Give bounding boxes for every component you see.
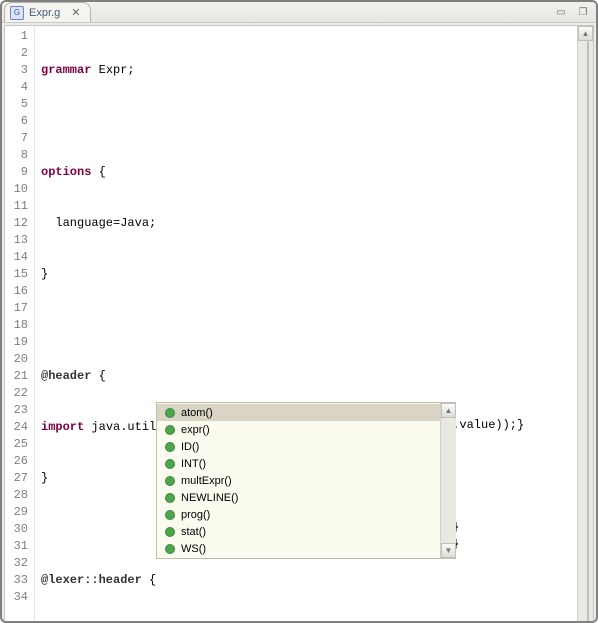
tab-bar: G Expr.g ✕ ▭ ❐ (2, 2, 596, 23)
grammar-file-icon: G (10, 6, 24, 20)
autocomplete-item-label: NEWLINE() (181, 492, 238, 504)
code-fragment: r.value));} (445, 417, 524, 434)
scroll-up-icon[interactable]: ▲ (578, 26, 593, 41)
autocomplete-item[interactable]: atom() (157, 404, 440, 421)
autocomplete-item-label: WS() (181, 543, 206, 555)
line-number: 11 (5, 198, 28, 215)
tab-expr-g[interactable]: G Expr.g ✕ (4, 2, 91, 22)
line-number: 23 (5, 402, 28, 419)
line-number: 16 (5, 283, 28, 300)
autocomplete-item-label: INT() (181, 458, 206, 470)
autocomplete-item[interactable]: NEWLINE() (157, 489, 440, 506)
line-number: 30 (5, 521, 28, 538)
line-number: 10 (5, 181, 28, 198)
line-number: 13 (5, 232, 28, 249)
autocomplete-item[interactable]: INT() (157, 455, 440, 472)
autocomplete-item[interactable]: ID() (157, 438, 440, 455)
scroll-down-icon[interactable]: ▼ (441, 543, 456, 558)
autocomplete-scrollbar[interactable]: ▲ ▼ (440, 403, 456, 558)
line-number: 25 (5, 436, 28, 453)
line-number: 2 (5, 45, 28, 62)
rule-icon (165, 527, 175, 537)
line-number: 9 (5, 164, 28, 181)
rule-icon (165, 544, 175, 554)
line-number: 24 (5, 419, 28, 436)
rule-icon (165, 408, 175, 418)
autocomplete-popup: atom() expr() ID() INT() multExpr() NEWLINE()… (156, 402, 456, 559)
rule-icon (165, 425, 175, 435)
autocomplete-item[interactable]: WS() (157, 540, 440, 557)
close-icon[interactable]: ✕ (71, 6, 80, 19)
autocomplete-item-label: atom() (181, 407, 213, 419)
autocomplete-item[interactable]: multExpr() (157, 472, 440, 489)
line-number: 15 (5, 266, 28, 283)
rule-icon (165, 510, 175, 520)
line-number: 1 (5, 28, 28, 45)
line-number: 28 (5, 487, 28, 504)
line-number: 12 (5, 215, 28, 232)
autocomplete-item-label: expr() (181, 424, 210, 436)
line-number: 7 (5, 130, 28, 147)
autocomplete-item-label: ID() (181, 441, 199, 453)
line-number: 6 (5, 113, 28, 130)
line-number: 31 (5, 538, 28, 555)
line-number: 8 (5, 147, 28, 164)
tab-title: Expr.g (29, 7, 60, 19)
minimize-icon[interactable]: ▭ (554, 5, 568, 19)
line-number: 33 (5, 572, 28, 589)
line-number: 29 (5, 504, 28, 521)
line-number: 21 (5, 368, 28, 385)
rule-icon (165, 459, 175, 469)
vertical-scrollbar[interactable]: ▲ ▼ (577, 26, 593, 623)
line-number: 34 (5, 589, 28, 606)
line-number: 22 (5, 385, 28, 402)
editor: 1234567891011121314151617181920212223242… (4, 25, 594, 623)
line-number-gutter: 1234567891011121314151617181920212223242… (5, 26, 35, 623)
autocomplete-item[interactable]: stat() (157, 523, 440, 540)
line-number: 32 (5, 555, 28, 572)
line-number: 18 (5, 317, 28, 334)
rule-icon (165, 442, 175, 452)
restore-icon[interactable]: ❐ (576, 5, 590, 19)
autocomplete-item-label: prog() (181, 509, 210, 521)
line-number: 19 (5, 334, 28, 351)
scroll-thumb[interactable] (587, 41, 589, 623)
line-number: 17 (5, 300, 28, 317)
rule-icon (165, 493, 175, 503)
autocomplete-item[interactable]: expr() (157, 421, 440, 438)
autocomplete-item-label: stat() (181, 526, 206, 538)
line-number: 26 (5, 453, 28, 470)
line-number: 5 (5, 96, 28, 113)
rule-icon (165, 476, 175, 486)
line-number: 20 (5, 351, 28, 368)
autocomplete-item-label: multExpr() (181, 475, 232, 487)
line-number: 3 (5, 62, 28, 79)
scroll-up-icon[interactable]: ▲ (441, 403, 456, 418)
line-number: 27 (5, 470, 28, 487)
line-number: 14 (5, 249, 28, 266)
line-number: 4 (5, 79, 28, 96)
autocomplete-item[interactable]: prog() (157, 506, 440, 523)
